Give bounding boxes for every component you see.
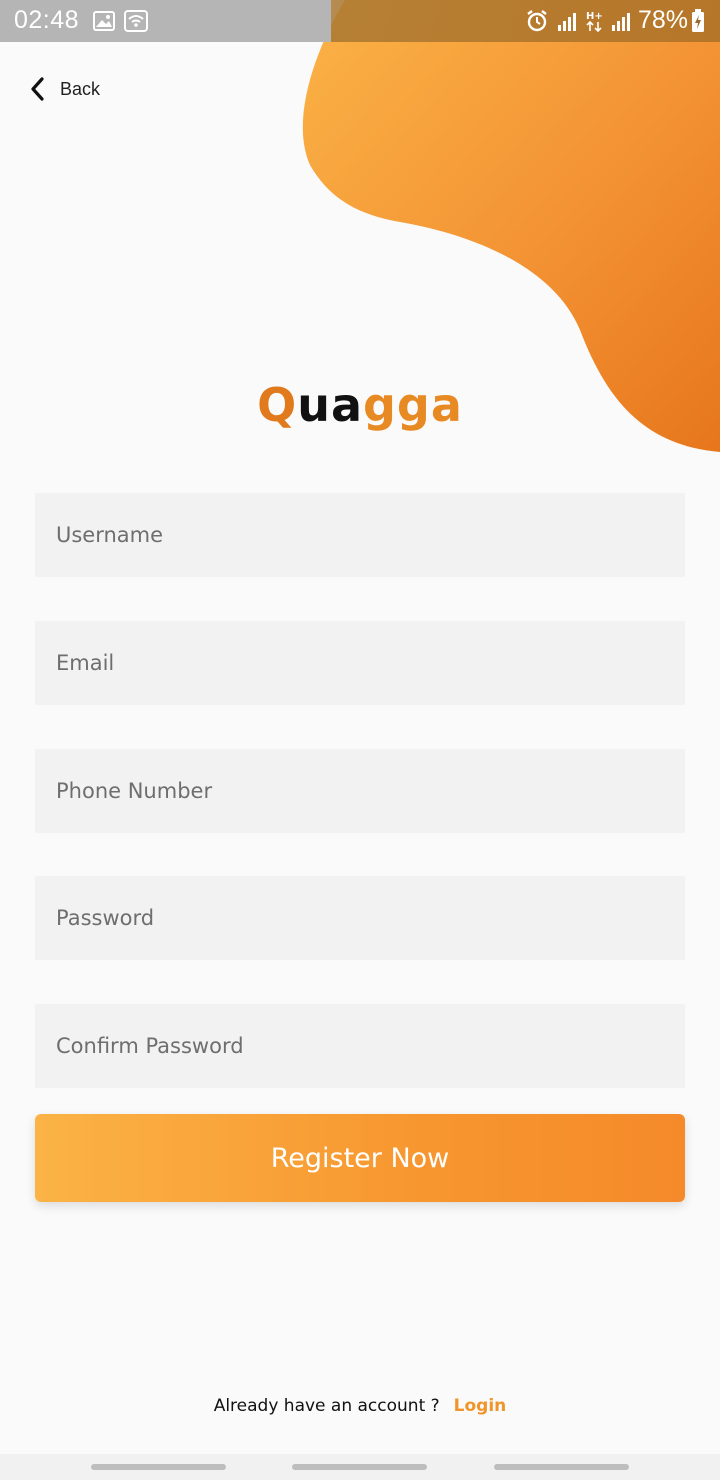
chevron-left-icon (31, 77, 44, 101)
back-label: Back (60, 78, 101, 99)
register-now-button[interactable]: Register Now (35, 1114, 685, 1202)
logo-part-1: Q (257, 378, 298, 432)
app-logo: Quagga (0, 378, 720, 432)
logo-part-3: gga (363, 378, 463, 432)
battery-charging-icon (690, 9, 706, 33)
data-hplus-icon: H+ (584, 9, 604, 33)
system-navigation-bar (0, 1454, 720, 1480)
back-button[interactable]: Back (28, 76, 100, 102)
password-field[interactable] (35, 876, 685, 960)
gallery-icon (92, 9, 116, 33)
signal-icon (610, 9, 632, 33)
nav-back-button[interactable] (494, 1464, 629, 1470)
email-field[interactable] (35, 621, 685, 705)
wifi-icon (124, 9, 148, 33)
status-time: 02:48 (14, 6, 80, 34)
nav-recents-button[interactable] (91, 1464, 226, 1470)
username-field[interactable] (35, 493, 685, 577)
phone-number-field[interactable] (35, 749, 685, 833)
signal-icon (556, 9, 578, 33)
register-screen: 02:48 H+ 78% Back Quagga Username Email … (0, 0, 720, 1480)
svg-text:H+: H+ (586, 11, 603, 22)
logo-part-2: ua (297, 378, 363, 432)
login-prompt: Already have an account ? Login (0, 1396, 720, 1416)
login-link[interactable]: Login (454, 1396, 507, 1416)
nav-home-button[interactable] (292, 1464, 427, 1470)
status-bar: 02:48 H+ 78% (0, 0, 720, 42)
battery-percentage: 78% (638, 6, 689, 34)
login-question-text: Already have an account ? (213, 1396, 440, 1416)
confirm-password-field[interactable] (35, 1004, 685, 1088)
alarm-icon (524, 9, 550, 33)
